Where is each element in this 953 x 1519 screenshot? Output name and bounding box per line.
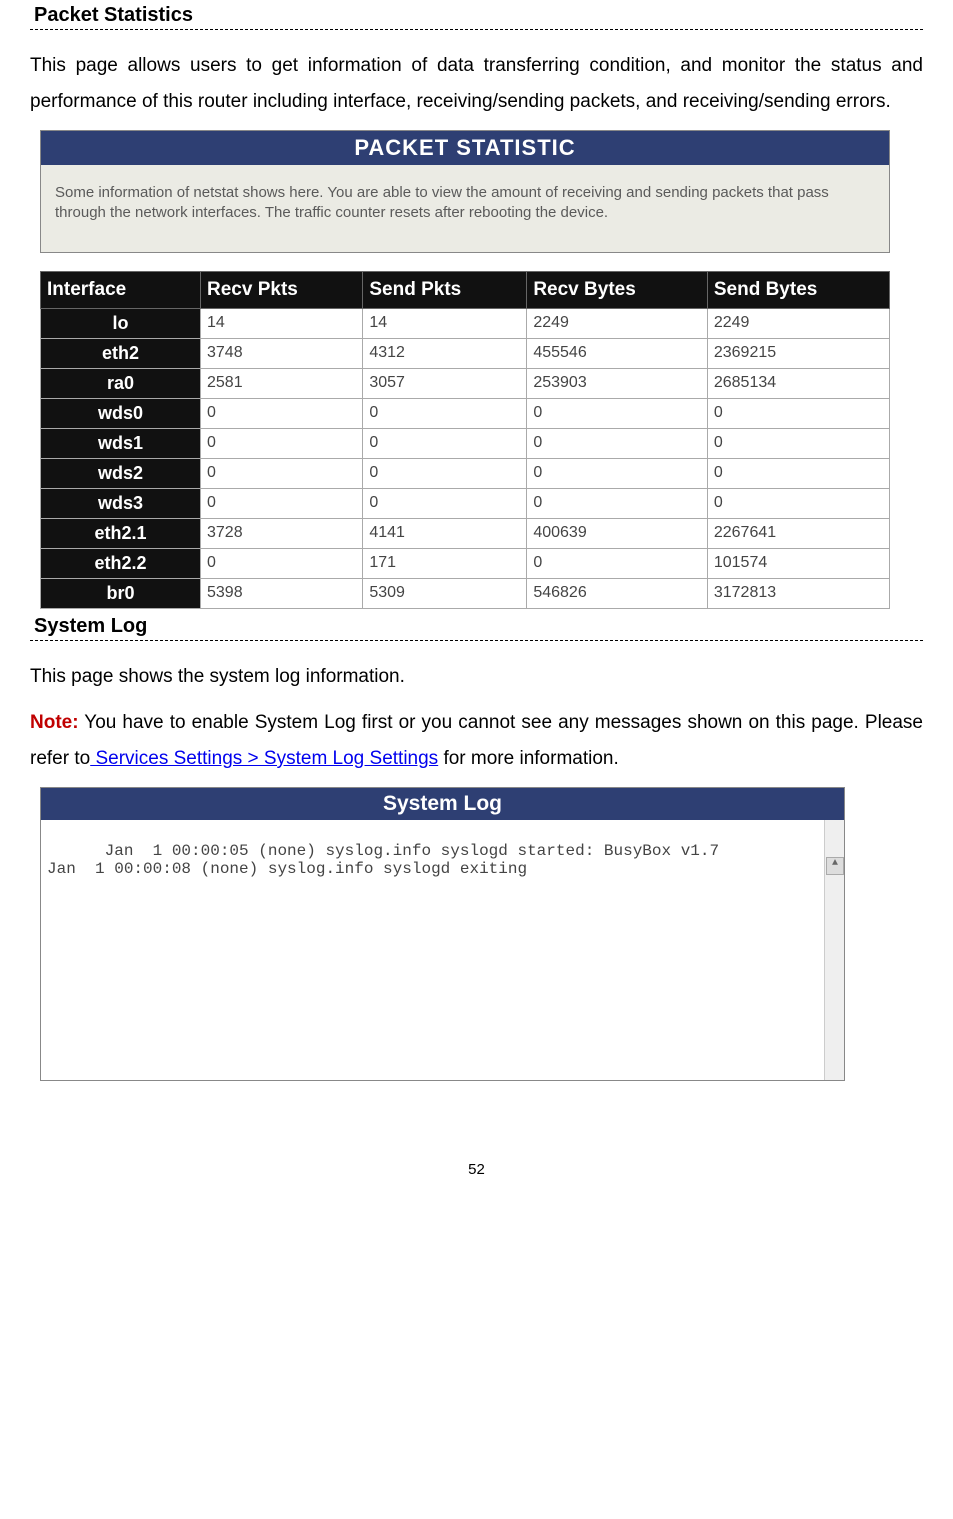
- cell-recv-bytes: 2249: [527, 308, 708, 338]
- section-title-packet-statistics: Packet Statistics: [30, 4, 923, 27]
- section-title-system-log: System Log: [30, 615, 923, 638]
- cell-recv-pkts: 0: [201, 488, 363, 518]
- cell-send-bytes: 0: [707, 488, 889, 518]
- scrollbar[interactable]: ▲: [824, 820, 844, 1080]
- panel-title: PACKET STATISTIC: [41, 131, 889, 165]
- cell-send-pkts: 14: [363, 308, 527, 338]
- table-row: lo141422492249: [41, 308, 890, 338]
- table-header-row: Interface Recv Pkts Send Pkts Recv Bytes…: [41, 271, 890, 308]
- cell-recv-pkts: 0: [201, 398, 363, 428]
- packet-stats-description: This page allows users to get informatio…: [30, 48, 923, 120]
- cell-recv-pkts: 2581: [201, 368, 363, 398]
- cell-send-pkts: 171: [363, 548, 527, 578]
- cell-interface: eth2.1: [41, 518, 201, 548]
- table-row: eth2.201710101574: [41, 548, 890, 578]
- cell-recv-pkts: 3748: [201, 338, 363, 368]
- system-log-textarea[interactable]: Jan 1 00:00:05 (none) syslog.info syslog…: [41, 820, 844, 1080]
- panel-title: System Log: [41, 788, 844, 820]
- cell-recv-bytes: 0: [527, 428, 708, 458]
- packet-stats-table: Interface Recv Pkts Send Pkts Recv Bytes…: [40, 271, 890, 609]
- cell-send-pkts: 0: [363, 428, 527, 458]
- cell-interface: eth2: [41, 338, 201, 368]
- cell-recv-pkts: 3728: [201, 518, 363, 548]
- cell-recv-pkts: 0: [201, 458, 363, 488]
- table-row: wds00000: [41, 398, 890, 428]
- col-interface: Interface: [41, 271, 201, 308]
- page-number: 52: [30, 1161, 923, 1178]
- cell-recv-bytes: 0: [527, 398, 708, 428]
- cell-send-bytes: 0: [707, 398, 889, 428]
- col-send-pkts: Send Pkts: [363, 271, 527, 308]
- scroll-up-icon[interactable]: ▲: [826, 857, 844, 875]
- col-send-bytes: Send Bytes: [707, 271, 889, 308]
- note-text-after: for more information.: [438, 748, 619, 769]
- cell-send-bytes: 3172813: [707, 578, 889, 608]
- system-log-note: Note: You have to enable System Log firs…: [30, 705, 923, 777]
- table-row: eth2.1372841414006392267641: [41, 518, 890, 548]
- cell-send-bytes: 0: [707, 428, 889, 458]
- cell-recv-bytes: 0: [527, 458, 708, 488]
- cell-interface: wds2: [41, 458, 201, 488]
- cell-recv-pkts: 5398: [201, 578, 363, 608]
- panel-description: Some information of netstat shows here. …: [41, 165, 889, 252]
- cell-recv-bytes: 253903: [527, 368, 708, 398]
- cell-send-bytes: 101574: [707, 548, 889, 578]
- table-row: eth2374843124555462369215: [41, 338, 890, 368]
- cell-send-pkts: 5309: [363, 578, 527, 608]
- cell-send-pkts: 4312: [363, 338, 527, 368]
- cell-send-pkts: 0: [363, 458, 527, 488]
- system-log-description: This page shows the system log informati…: [30, 659, 923, 695]
- cell-send-bytes: 2369215: [707, 338, 889, 368]
- packet-statistic-panel: PACKET STATISTIC Some information of net…: [40, 130, 890, 253]
- cell-recv-pkts: 0: [201, 428, 363, 458]
- cell-recv-bytes: 0: [527, 548, 708, 578]
- cell-recv-pkts: 0: [201, 548, 363, 578]
- services-settings-link[interactable]: Services Settings > System Log Settings: [90, 748, 438, 769]
- divider: [30, 29, 923, 30]
- cell-interface: ra0: [41, 368, 201, 398]
- system-log-panel: System Log Jan 1 00:00:05 (none) syslog.…: [40, 787, 845, 1081]
- note-label: Note:: [30, 712, 79, 733]
- cell-send-pkts: 0: [363, 398, 527, 428]
- cell-send-bytes: 2685134: [707, 368, 889, 398]
- table-row: br0539853095468263172813: [41, 578, 890, 608]
- cell-send-bytes: 2267641: [707, 518, 889, 548]
- divider: [30, 640, 923, 641]
- cell-interface: br0: [41, 578, 201, 608]
- table-row: wds10000: [41, 428, 890, 458]
- cell-recv-pkts: 14: [201, 308, 363, 338]
- cell-send-pkts: 3057: [363, 368, 527, 398]
- table-row: ra0258130572539032685134: [41, 368, 890, 398]
- col-recv-pkts: Recv Pkts: [201, 271, 363, 308]
- cell-send-bytes: 0: [707, 458, 889, 488]
- cell-recv-bytes: 400639: [527, 518, 708, 548]
- cell-interface: wds1: [41, 428, 201, 458]
- cell-recv-bytes: 455546: [527, 338, 708, 368]
- table-row: wds20000: [41, 458, 890, 488]
- cell-recv-bytes: 0: [527, 488, 708, 518]
- col-recv-bytes: Recv Bytes: [527, 271, 708, 308]
- log-content: Jan 1 00:00:05 (none) syslog.info syslog…: [47, 842, 719, 878]
- cell-interface: lo: [41, 308, 201, 338]
- cell-interface: eth2.2: [41, 548, 201, 578]
- table-row: wds30000: [41, 488, 890, 518]
- cell-interface: wds3: [41, 488, 201, 518]
- cell-send-pkts: 0: [363, 488, 527, 518]
- cell-interface: wds0: [41, 398, 201, 428]
- cell-recv-bytes: 546826: [527, 578, 708, 608]
- cell-send-bytes: 2249: [707, 308, 889, 338]
- cell-send-pkts: 4141: [363, 518, 527, 548]
